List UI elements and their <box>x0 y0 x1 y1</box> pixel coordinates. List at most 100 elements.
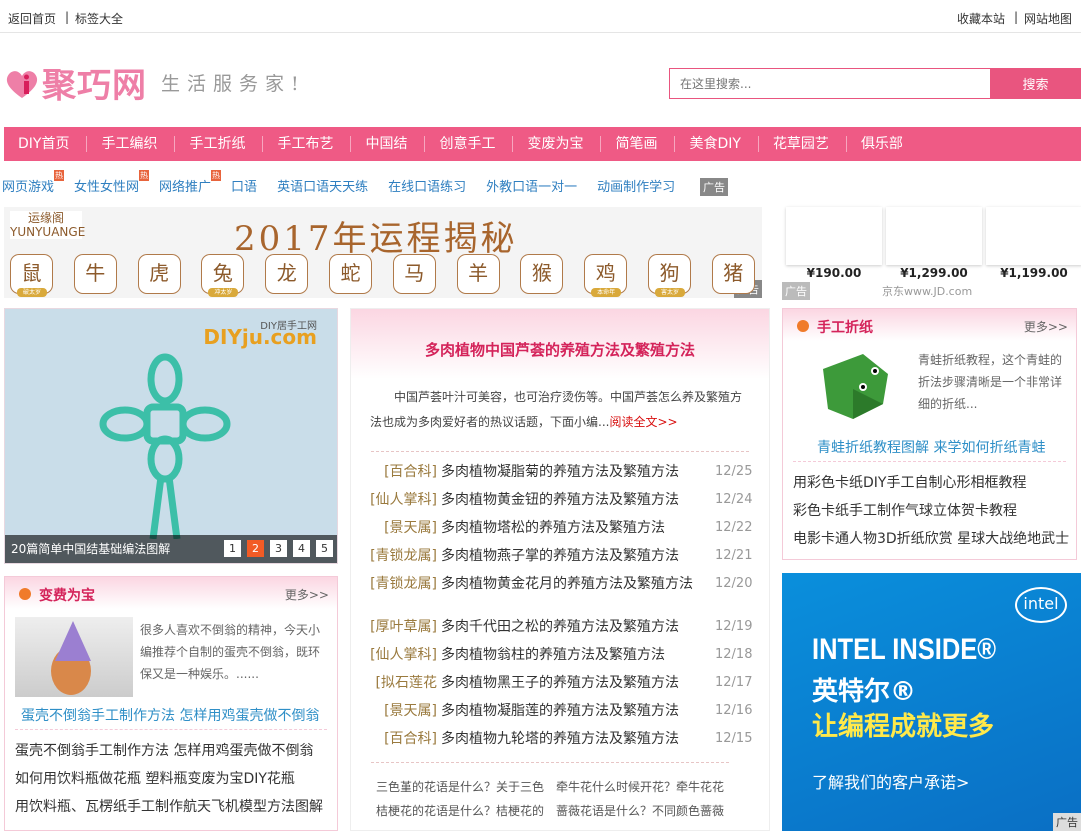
flower-link[interactable]: 桔梗花的花语是什么？桔梗花的 <box>376 799 556 823</box>
item-title[interactable]: 多肉千代田之松的养殖方法及繁殖方法 <box>439 616 715 636</box>
zodiac-button[interactable]: 鼠破太岁 <box>10 254 53 297</box>
slide-page-button[interactable]: 1 <box>224 540 241 557</box>
more-link[interactable]: 更多>> <box>285 586 329 603</box>
nav-item[interactable]: 手工布艺 <box>263 136 352 152</box>
jd-ad[interactable]: 广告 京东www.JD.com i ¥190.00¥1,299.00¥1,199… <box>782 207 1081 300</box>
nav-item[interactable]: 创意手工 <box>425 136 514 152</box>
item-category[interactable]: [青锁龙属] <box>351 545 439 565</box>
product-price[interactable]: ¥1,299.00 <box>886 266 982 280</box>
intel-cta[interactable]: 了解我们的客户承诺> <box>812 769 969 793</box>
product-price[interactable]: ¥190.00 <box>786 266 882 280</box>
sub-link[interactable]: 口语 <box>231 176 257 195</box>
item-title[interactable]: 多肉植物塔松的养殖方法及繁殖方法 <box>439 517 715 537</box>
list-item[interactable]: [厚叶草属] 多肉千代田之松的养殖方法及繁殖方法 12/19 <box>351 612 769 640</box>
panel-link[interactable]: 用饮料瓶、瓦楞纸手工制作航天飞机模型方法图解 <box>15 793 323 821</box>
sub-link[interactable]: 在线口语练习 <box>388 176 466 195</box>
search-input[interactable] <box>669 68 991 99</box>
slide-page-button[interactable]: 5 <box>316 540 333 557</box>
favorite-link[interactable]: 收藏本站 <box>957 10 1005 27</box>
sub-link[interactable]: 英语口语天天练 <box>277 176 368 195</box>
zodiac-banner-ad[interactable]: 运缘阁 YUNYUANGE 2017年运程揭秘 广告 鼠破太岁牛虎兔冲太岁龙蛇马… <box>4 207 762 298</box>
item-category[interactable]: [仙人掌科] <box>351 644 439 664</box>
item-category[interactable]: [百合科] <box>351 461 439 481</box>
list-item[interactable]: [百合科] 多肉植物凝脂菊的养殖方法及繁殖方法 12/25 <box>351 457 769 485</box>
sitemap-link[interactable]: 网站地图 <box>1024 10 1072 27</box>
zodiac-button[interactable]: 猴 <box>520 254 564 294</box>
list-item[interactable]: [百合科] 多肉植物九轮塔的养殖方法及繁殖方法 12/15 <box>351 724 769 752</box>
item-title[interactable]: 多肉植物九轮塔的养殖方法及繁殖方法 <box>439 728 715 748</box>
panel-link[interactable]: 如何用饮料瓶做花瓶 塑料瓶变废为宝DIY花瓶 <box>15 765 323 793</box>
item-category[interactable]: [拟石莲花 <box>351 672 439 692</box>
nav-item[interactable]: 变废为宝 <box>513 136 602 152</box>
item-title[interactable]: 多肉植物黄金花月的养殖方法及繁殖方法 <box>439 573 715 593</box>
slide-page-button[interactable]: 2 <box>247 540 264 557</box>
zodiac-button[interactable]: 狗害太岁 <box>648 254 691 297</box>
list-item[interactable]: [景天属] 多肉植物塔松的养殖方法及繁殖方法 12/22 <box>351 513 769 541</box>
nav-item[interactable]: 俱乐部 <box>847 136 920 152</box>
sub-link[interactable]: 动画制作学习 <box>597 176 675 195</box>
zodiac-button[interactable]: 羊 <box>456 254 500 294</box>
panel-link[interactable]: 用彩色卡纸DIY手工自制心形相框教程 <box>793 469 1069 497</box>
nav-item[interactable]: 美食DIY <box>675 136 759 152</box>
list-item[interactable]: [仙人掌科] 多肉植物翁柱的养殖方法及繁殖方法 12/18 <box>351 640 769 668</box>
product-image[interactable] <box>886 207 982 265</box>
nav-item[interactable]: 手工编织 <box>87 136 176 152</box>
item-category[interactable]: [景天属] <box>351 700 439 720</box>
zodiac-button[interactable]: 虎 <box>137 254 181 294</box>
nav-item[interactable]: 手工折纸 <box>175 136 264 152</box>
item-category[interactable]: [百合科] <box>351 728 439 748</box>
zodiac-button[interactable]: 马 <box>392 254 436 294</box>
zodiac-button[interactable]: 鸡本命年 <box>584 254 628 297</box>
product-price[interactable]: ¥1,199.00 <box>986 266 1081 280</box>
product-image[interactable] <box>986 207 1081 265</box>
flower-link[interactable]: 蔷薇花语是什么？不同颜色蔷薇 <box>556 799 736 823</box>
list-item[interactable]: [拟石莲花 多肉植物黑王子的养殖方法及繁殖方法 12/17 <box>351 668 769 696</box>
panel-link[interactable]: 电影卡通人物3D折纸欣赏 星球大战绝地武士 <box>793 525 1069 553</box>
item-category[interactable]: [仙人掌科] <box>351 489 439 509</box>
item-category[interactable]: [青锁龙属] <box>351 573 439 593</box>
home-link[interactable]: 返回首页 <box>8 10 56 27</box>
site-logo[interactable]: 聚巧网 生活服务家! <box>4 58 306 107</box>
tags-link[interactable]: 标签大全 <box>75 10 123 27</box>
sub-link[interactable]: 网络推广热 <box>159 170 222 195</box>
zodiac-button[interactable]: 蛇 <box>329 254 372 294</box>
list-item[interactable]: [青锁龙属] 多肉植物燕子掌的养殖方法及繁殖方法 12/21 <box>351 541 769 569</box>
featured-title[interactable]: 多肉植物中国芦荟的养殖方法及繁殖方法 <box>351 309 769 379</box>
zodiac-button[interactable]: 猪 <box>711 254 755 294</box>
zodiac-button[interactable]: 龙 <box>265 254 309 294</box>
read-more-link[interactable]: 阅读全文>> <box>609 415 677 429</box>
list-item[interactable]: [青锁龙属] 多肉植物黄金花月的养殖方法及繁殖方法 12/20 <box>351 569 769 597</box>
item-title[interactable]: 多肉植物黄金钮的养殖方法及繁殖方法 <box>439 489 715 509</box>
nav-item[interactable]: 简笔画 <box>601 136 676 152</box>
flower-link[interactable]: 牵牛花什么时候开花？牵牛花花 <box>556 775 736 799</box>
item-title[interactable]: 多肉植物黑王子的养殖方法及繁殖方法 <box>439 672 715 692</box>
panel-link[interactable]: 彩色卡纸手工制作气球立体贺卡教程 <box>793 497 1069 525</box>
slide-page-button[interactable]: 3 <box>270 540 287 557</box>
item-title[interactable]: 多肉植物凝脂莲的养殖方法及繁殖方法 <box>439 700 715 720</box>
panel-headline-link[interactable]: 蛋壳不倒翁手工制作方法 怎样用鸡蛋壳做不倒翁 <box>21 705 319 725</box>
sub-link[interactable]: 女性女性网热 <box>74 170 150 195</box>
nav-item[interactable]: DIY首页 <box>4 136 88 152</box>
slide-page-button[interactable]: 4 <box>293 540 310 557</box>
panel-link[interactable]: 蛋壳不倒翁手工制作方法 怎样用鸡蛋壳做不倒翁 <box>15 737 323 765</box>
item-title[interactable]: 多肉植物凝脂菊的养殖方法及繁殖方法 <box>439 461 715 481</box>
item-category[interactable]: [厚叶草属] <box>351 616 439 636</box>
item-category[interactable]: [景天属] <box>351 517 439 537</box>
nav-item[interactable]: 花草园艺 <box>759 136 847 152</box>
egg-tumbler-image[interactable] <box>15 617 133 697</box>
frog-origami-image[interactable] <box>813 349 893 424</box>
more-link[interactable]: 更多>> <box>1024 318 1068 335</box>
zodiac-button[interactable]: 兔冲太岁 <box>201 254 245 297</box>
intel-ad[interactable]: intel INTEL INSIDE® 英特尔® 让编程成就更多 了解我们的客户… <box>782 573 1081 831</box>
flower-link[interactable]: 三色堇的花语是什么？关于三色 <box>376 775 556 799</box>
item-title[interactable]: 多肉植物翁柱的养殖方法及繁殖方法 <box>439 644 715 664</box>
search-button[interactable]: 搜索 <box>990 68 1081 99</box>
list-item[interactable]: [仙人掌科] 多肉植物黄金钮的养殖方法及繁殖方法 12/24 <box>351 485 769 513</box>
sub-link[interactable]: 网页游戏热 <box>2 170 65 195</box>
item-title[interactable]: 多肉植物燕子掌的养殖方法及繁殖方法 <box>439 545 715 565</box>
nav-item[interactable]: 中国结 <box>351 136 426 152</box>
product-image[interactable] <box>786 207 882 265</box>
slideshow[interactable]: DIY居手工网 DIYju.com 20篇简单中国结基础编法图解 12345 <box>4 308 338 564</box>
panel-headline-link[interactable]: 青蛙折纸教程图解 来学如何折纸青蛙 <box>817 437 1045 457</box>
list-item[interactable]: [景天属] 多肉植物凝脂莲的养殖方法及繁殖方法 12/16 <box>351 696 769 724</box>
